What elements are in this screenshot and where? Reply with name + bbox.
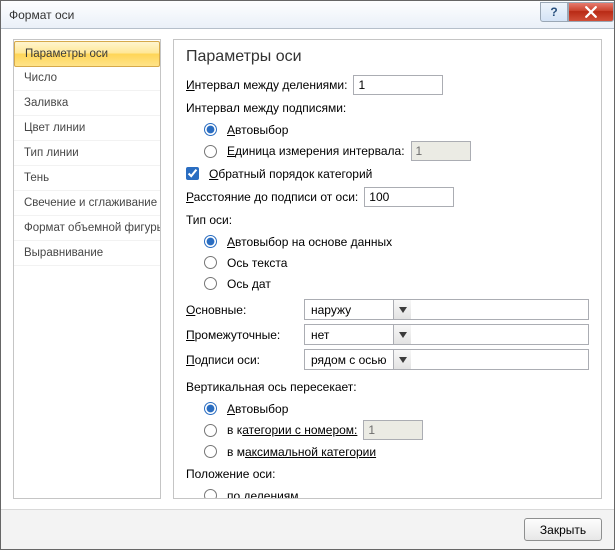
- chevron-down-icon: [393, 300, 411, 319]
- radio-position-on[interactable]: [204, 489, 217, 499]
- combo-minor-ticks[interactable]: нет: [304, 324, 589, 345]
- close-button[interactable]: Закрыть: [524, 518, 602, 541]
- row-axis-type-auto: Автовыбор на основе данных: [186, 232, 589, 251]
- input-crosses-category[interactable]: [363, 420, 423, 440]
- dialog-format-axis: Формат оси ? Параметры оси Число Заливка…: [0, 0, 615, 550]
- row-axis-type-header: Тип оси:: [186, 209, 589, 230]
- sidebar-item-glow[interactable]: Свечение и сглаживание: [14, 191, 160, 216]
- axis-options-panel: Параметры оси Интервал между делениями: …: [173, 39, 602, 499]
- window-title: Формат оси: [9, 8, 540, 22]
- label-label-distance: Расстояние до подписи от оси:: [186, 190, 358, 204]
- close-icon: [585, 6, 597, 18]
- input-interval-ticks[interactable]: [353, 75, 443, 95]
- row-crosses-header: Вертикальная ось пересекает:: [186, 376, 589, 397]
- combo-minor-value: нет: [305, 325, 393, 344]
- row-interval-auto: Автовыбор: [186, 120, 589, 139]
- row-position-on: по делениям: [186, 486, 589, 499]
- input-interval-unit[interactable]: [411, 141, 471, 161]
- label-major-ticks: Основные:: [186, 303, 304, 317]
- dialog-footer: Закрыть: [1, 509, 614, 549]
- titlebar: Формат оси ?: [1, 1, 614, 29]
- label-axis-labels: Подписи оси:: [186, 353, 304, 367]
- radio-axis-type-auto[interactable]: [204, 235, 217, 248]
- label-interval-auto: Автовыбор: [227, 123, 288, 137]
- combo-major-ticks[interactable]: наружу: [304, 299, 589, 320]
- combo-labels-value: рядом с осью: [305, 350, 393, 369]
- sidebar-item-line-type[interactable]: Тип линии: [14, 141, 160, 166]
- label-axis-type: Тип оси:: [186, 213, 232, 227]
- label-axis-type-date: Ось дат: [227, 277, 271, 291]
- label-crosses-auto: Автовыбор: [227, 402, 288, 416]
- label-axis-type-auto: Автовыбор на основе данных: [227, 235, 392, 249]
- row-axis-type-text: Ось текста: [186, 253, 589, 272]
- combo-axis-labels[interactable]: рядом с осью: [304, 349, 589, 370]
- sidebar-item-fill[interactable]: Заливка: [14, 91, 160, 116]
- radio-axis-type-date[interactable]: [204, 277, 217, 290]
- label-crosses-category: в категории с номером:: [227, 423, 357, 437]
- radio-crosses-auto[interactable]: [204, 402, 217, 415]
- radio-axis-type-text[interactable]: [204, 256, 217, 269]
- row-interval-labels-header: Интервал между подписями:: [186, 97, 589, 118]
- panel-heading: Параметры оси: [186, 48, 589, 66]
- radio-crosses-max[interactable]: [204, 445, 217, 458]
- label-position-on: по делениям: [227, 489, 299, 500]
- label-position: Положение оси:: [186, 467, 275, 481]
- sidebar-item-shadow[interactable]: Тень: [14, 166, 160, 191]
- help-button[interactable]: ?: [540, 2, 568, 22]
- chevron-down-icon: [393, 350, 411, 369]
- radio-interval-unit[interactable]: [204, 145, 217, 158]
- sidebar-item-alignment[interactable]: Выравнивание: [14, 241, 160, 266]
- row-reverse-order: Обратный порядок категорий: [186, 163, 589, 184]
- sidebar-item-number[interactable]: Число: [14, 66, 160, 91]
- label-interval-ticks: Интервал между делениями:: [186, 78, 347, 92]
- checkbox-reverse-order[interactable]: [186, 167, 199, 180]
- label-crosses-max: в максимальной категории: [227, 445, 376, 459]
- category-sidebar: Параметры оси Число Заливка Цвет линии Т…: [13, 39, 161, 499]
- close-window-button[interactable]: [568, 2, 614, 22]
- radio-crosses-category[interactable]: [204, 424, 217, 437]
- label-interval-unit: Единица измерения интервала:: [227, 144, 405, 158]
- input-label-distance[interactable]: [364, 187, 454, 207]
- label-crosses: Вертикальная ось пересекает:: [186, 380, 357, 394]
- row-interval-ticks: Интервал между делениями:: [186, 74, 589, 95]
- row-position-header: Положение оси:: [186, 463, 589, 484]
- sidebar-item-line-color[interactable]: Цвет линии: [14, 116, 160, 141]
- row-crosses-max: в максимальной категории: [186, 442, 589, 461]
- label-reverse-order: Обратный порядок категорий: [209, 167, 372, 181]
- sidebar-item-axis-options[interactable]: Параметры оси: [14, 41, 160, 67]
- combo-major-value: наружу: [305, 300, 393, 319]
- row-crosses-category: в категории с номером:: [186, 420, 589, 440]
- label-axis-type-text: Ось текста: [227, 256, 287, 270]
- chevron-down-icon: [393, 325, 411, 344]
- sidebar-item-3d-format[interactable]: Формат объемной фигуры: [14, 216, 160, 241]
- label-interval-labels: Интервал между подписями:: [186, 101, 346, 115]
- radio-interval-auto[interactable]: [204, 123, 217, 136]
- row-interval-unit: Единица измерения интервала:: [186, 141, 589, 161]
- row-axis-type-date: Ось дат: [186, 274, 589, 293]
- row-label-distance: Расстояние до подписи от оси:: [186, 186, 589, 207]
- row-crosses-auto: Автовыбор: [186, 399, 589, 418]
- label-minor-ticks: Промежуточные:: [186, 328, 304, 342]
